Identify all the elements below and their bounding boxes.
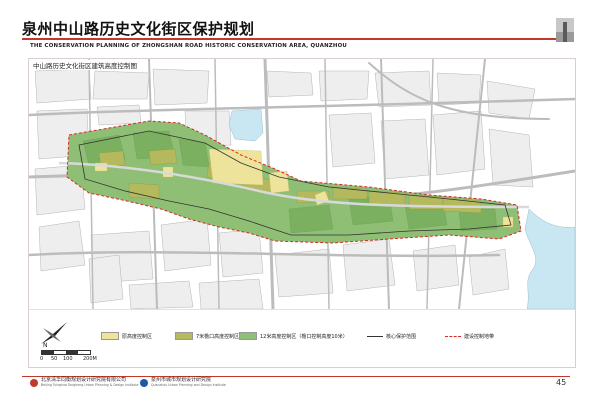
footer-org-right: 泉州市城市规划设计研究院 Quanzhou Urban Planning and… bbox=[140, 378, 226, 387]
map-legend: N 0 50 100 200M 原高度控制区 7米檐口高度控制区 12米高度控制… bbox=[29, 309, 575, 367]
scale-bar: 0 50 100 200M bbox=[40, 350, 121, 366]
legend-label-7m-eave: 7米檐口高度控制区 bbox=[196, 333, 240, 340]
legend-swatch-7m-eave bbox=[175, 332, 193, 340]
legend-item-12m: 12米高度控制区（檐口控制高度10米） bbox=[239, 331, 348, 341]
legend-swatch-12m bbox=[239, 332, 257, 340]
footer-org-left-en: Beijing Tsinghua Tongheng Urban Planning… bbox=[41, 383, 139, 387]
legend-line-core-protection bbox=[367, 335, 383, 337]
legend-label-core-protection: 核心保护范围 bbox=[386, 333, 417, 340]
map-frame: 中山路历史文化街区建筑高度控制图 N 0 50 100 200M 原高度控制区 … bbox=[28, 58, 576, 368]
scale-label-1: 50 bbox=[51, 356, 58, 362]
scale-label-2: 100 bbox=[63, 356, 73, 362]
legend-item-7m-eave: 7米檐口高度控制区 bbox=[175, 331, 239, 341]
legend-item-core-protection: 核心保护范围 bbox=[367, 331, 416, 341]
footer-org-left: 北京清华同衡规划设计研究院有限公司 Beijing Tsinghua Tongh… bbox=[30, 378, 138, 387]
quanzhou-institute-logo-icon bbox=[140, 378, 148, 387]
scale-label-0: 0 bbox=[40, 356, 44, 362]
legend-item-construction-control: 建设控制地带 bbox=[445, 331, 494, 341]
scale-bar-graphic bbox=[41, 350, 91, 355]
page-title: 泉州中山路历史文化街区保护规划 bbox=[22, 20, 255, 38]
tongheng-logo-icon bbox=[30, 378, 38, 387]
compass-letter: N bbox=[43, 342, 48, 348]
header-photo-tower bbox=[563, 22, 567, 42]
height-control-map[interactable] bbox=[29, 59, 575, 309]
legend-label-original-height: 原高度控制区 bbox=[122, 333, 153, 340]
footer-org-right-en: Quanzhou Urban Planning and Design Insti… bbox=[151, 383, 226, 387]
map-caption: 中山路历史文化街区建筑高度控制图 bbox=[33, 60, 139, 70]
legend-item-original-height: 原高度控制区 bbox=[101, 331, 152, 341]
legend-label-12m: 12米高度控制区（檐口控制高度10米） bbox=[260, 333, 348, 340]
header-photo bbox=[556, 18, 574, 42]
page-subtitle: THE CONSERVATION PLANNING OF ZHONGSHAN R… bbox=[30, 43, 347, 49]
page-number: 45 bbox=[556, 378, 567, 387]
legend-label-construction-control: 建设控制地带 bbox=[464, 333, 495, 340]
header-divider bbox=[22, 38, 570, 40]
legend-swatch-original-height bbox=[101, 332, 119, 340]
scale-label-3: 200M bbox=[83, 356, 97, 362]
legend-line-construction-control bbox=[445, 335, 461, 337]
north-arrow-icon: N bbox=[41, 322, 67, 348]
